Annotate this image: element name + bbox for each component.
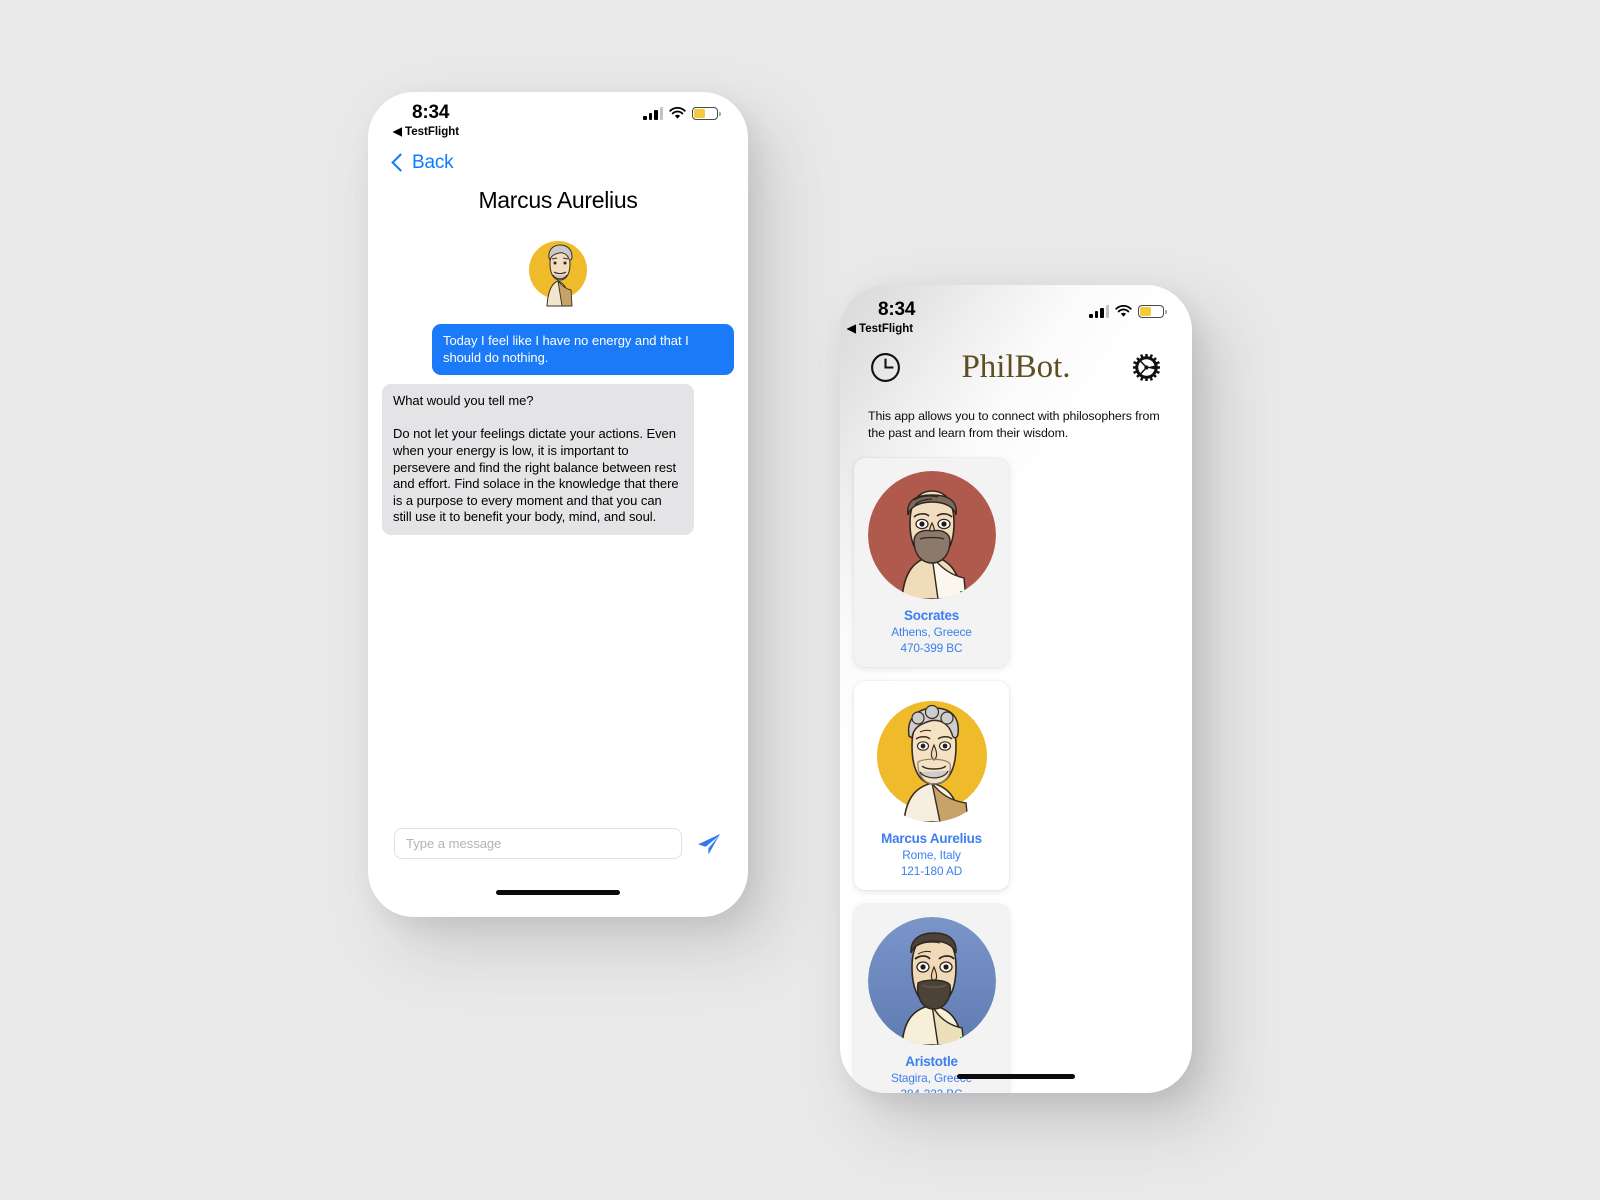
status-indicators (643, 107, 721, 120)
marcus-aurelius-portrait (868, 694, 996, 822)
gear-icon (1133, 354, 1160, 381)
chat-phone-frame: 8:34 ◀ TestFlight Back Marcus Aurelius T… (368, 92, 748, 917)
status-time: 8:34 (878, 299, 916, 320)
philosopher-name: Socrates (904, 608, 959, 623)
send-paper-plane-icon (698, 833, 720, 854)
aristotle-portrait (867, 917, 996, 1045)
philosopher-card-socrates[interactable]: Socrates Athens, Greece 470-399 BC (854, 458, 1009, 667)
app-header: PhilBot. (840, 339, 1192, 386)
user-message-bubble: Today I feel like I have no energy and t… (432, 324, 734, 376)
socrates-portrait (867, 471, 996, 599)
send-button[interactable] (696, 831, 722, 857)
clock-history-icon (871, 353, 900, 382)
back-button[interactable]: Back (368, 144, 454, 174)
wifi-icon (669, 107, 686, 119)
settings-button[interactable] (1131, 352, 1162, 383)
home-indicator (840, 1049, 1192, 1093)
bot-message-question: What would you tell me? (393, 393, 534, 409)
app-description: This app allows you to connect with phil… (868, 409, 1160, 440)
message-composer (368, 828, 748, 859)
status-back-to-testflight[interactable]: ◀ TestFlight (393, 124, 459, 138)
status-back-to-testflight[interactable]: ◀ TestFlight (847, 321, 913, 335)
chat-status-bar: 8:34 ◀ TestFlight (368, 92, 748, 144)
home-phone-frame: 8:34 ◀ TestFlight PhilBot. This app allo… (840, 285, 1192, 1093)
philosopher-place: Rome, Italy (902, 848, 961, 862)
home-indicator (368, 865, 748, 917)
message-list: Today I feel like I have no energy and t… (368, 308, 748, 535)
page-title: Marcus Aurelius (478, 187, 638, 213)
signal-bars-icon (643, 107, 663, 120)
message-input[interactable] (394, 828, 682, 859)
home-status-bar: 8:34 ◀ TestFlight (840, 285, 1192, 339)
wifi-icon (1115, 305, 1132, 317)
bot-message-answer: Do not let your feelings dictate your ac… (393, 426, 679, 525)
status-indicators (1089, 305, 1167, 318)
marcus-aurelius-avatar (521, 234, 595, 308)
back-button-label: Back (412, 152, 454, 173)
philosopher-years: 121-180 AD (900, 864, 963, 878)
battery-low-power-icon (1138, 305, 1167, 318)
history-button[interactable] (870, 352, 901, 383)
chevron-left-icon (391, 153, 410, 172)
philosopher-name: Marcus Aurelius (881, 831, 982, 846)
app-title: PhilBot. (961, 349, 1071, 385)
philosopher-card-marcus-aurelius[interactable]: Marcus Aurelius Rome, Italy 121-180 AD (854, 681, 1009, 890)
battery-low-power-icon (692, 107, 721, 120)
signal-bars-icon (1089, 305, 1109, 318)
bot-message-bubble: What would you tell me? Do not let your … (382, 384, 694, 535)
philosopher-grid: Socrates Athens, Greece 470-399 BC Marcu… (840, 458, 1192, 1093)
status-time: 8:34 (412, 102, 450, 123)
philosopher-place: Athens, Greece (891, 625, 972, 639)
philosopher-years: 470-399 BC (900, 641, 963, 655)
